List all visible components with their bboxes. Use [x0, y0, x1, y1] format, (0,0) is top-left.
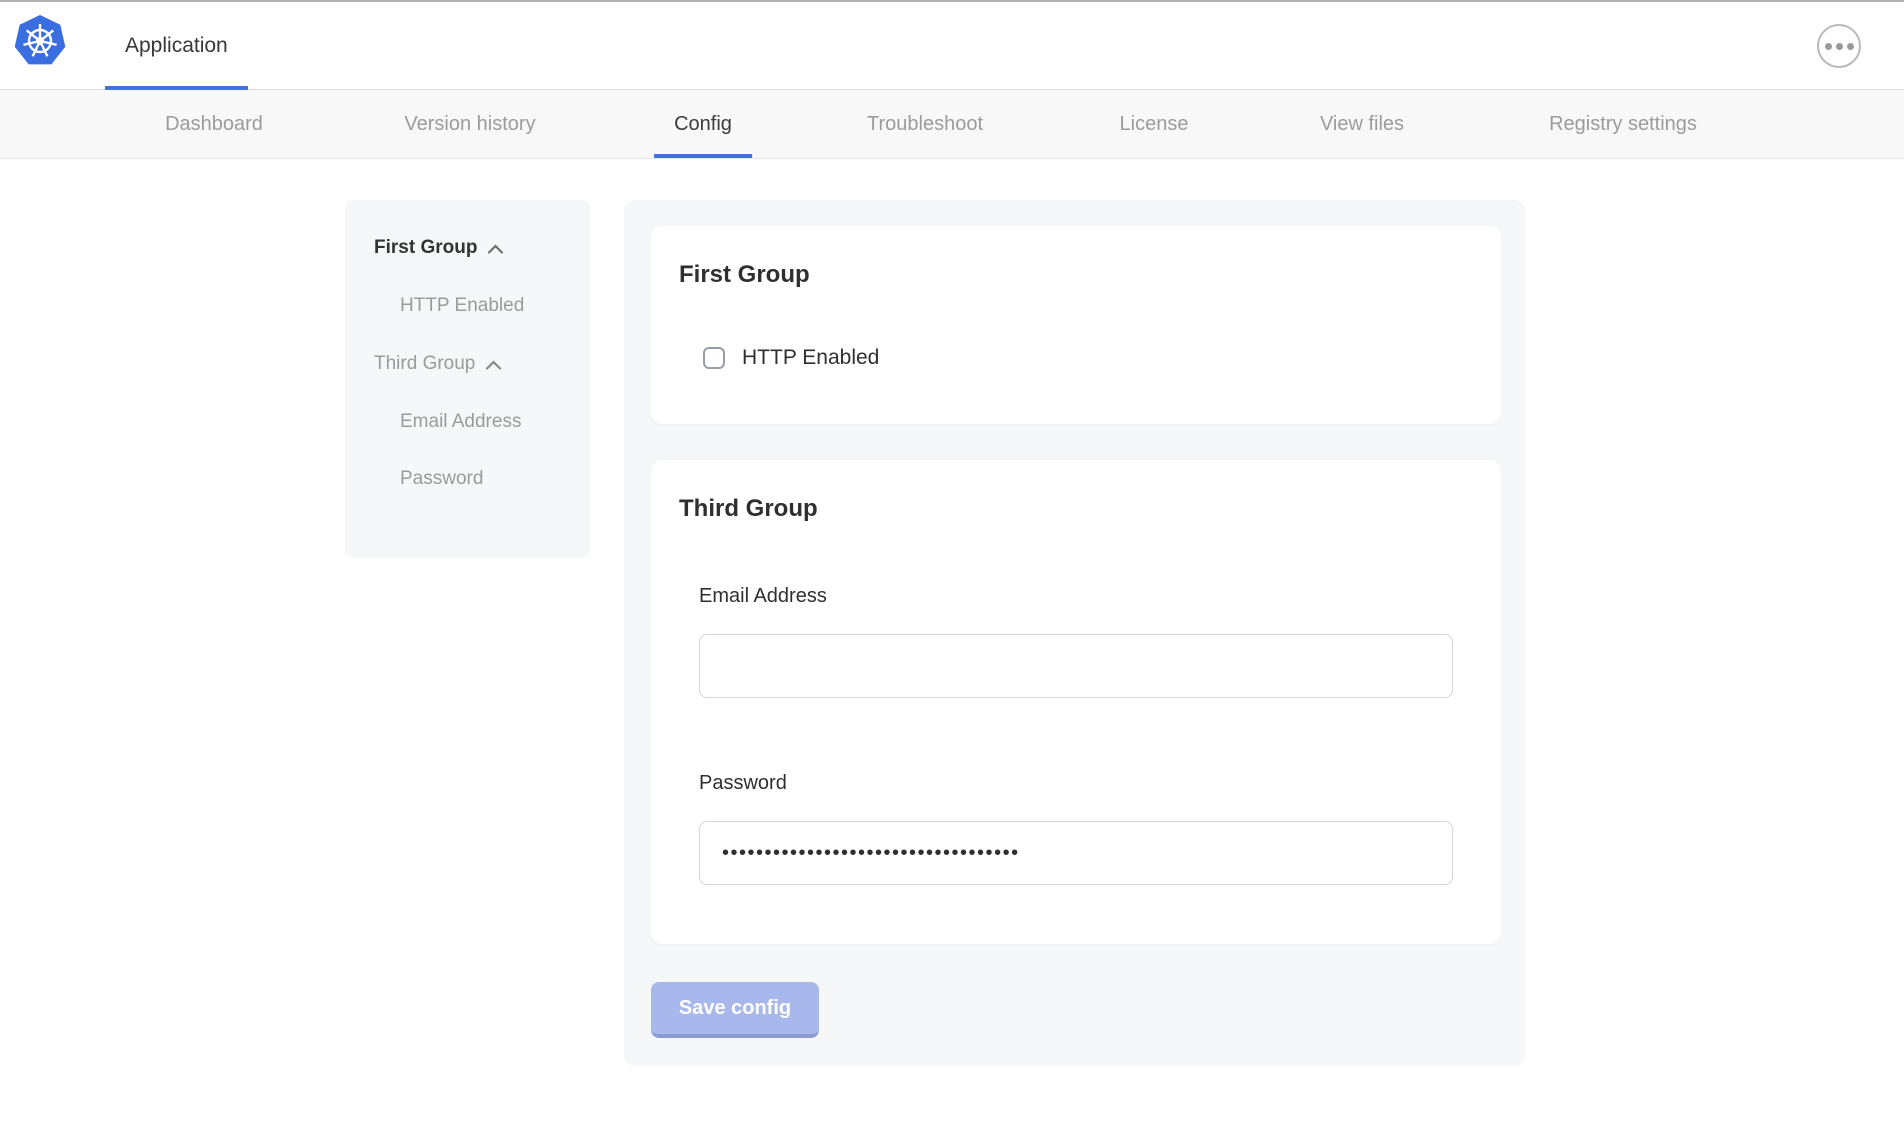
sidebar-group-first-group[interactable]: First Group: [374, 236, 590, 260]
subtab-label: Version history: [404, 113, 535, 136]
chevron-up-icon: [485, 354, 502, 376]
save-config-button[interactable]: Save config: [651, 982, 819, 1038]
chevron-up-icon: [487, 238, 504, 260]
subtab-label: Registry settings: [1549, 113, 1697, 136]
config-area: First Group HTTP Enabled Third Group Ema…: [624, 200, 1525, 1066]
tab-application[interactable]: Application: [105, 2, 248, 89]
email-address-label: Email Address: [699, 583, 1473, 609]
sidebar-group-label: Third Group: [374, 353, 475, 375]
group-title: First Group: [679, 260, 1473, 289]
subtab-config[interactable]: Config: [654, 90, 752, 158]
config-page: First Group HTTP Enabled Third Group Ema…: [0, 159, 1904, 1121]
sidebar-item-label: Email Address: [400, 411, 521, 433]
sidebar-group-third-group[interactable]: Third Group: [374, 352, 590, 376]
ellipsis-dot: [1836, 43, 1843, 50]
subtab-registry-settings[interactable]: Registry settings: [1529, 90, 1717, 158]
subtab-dashboard[interactable]: Dashboard: [145, 90, 283, 158]
sidebar-item-label: HTTP Enabled: [400, 295, 524, 317]
sidebar-group-label: First Group: [374, 237, 477, 259]
sidebar-item-email-address[interactable]: Email Address: [400, 411, 590, 433]
subtab-version-history[interactable]: Version history: [384, 90, 555, 158]
email-address-field: Email Address: [699, 583, 1473, 698]
email-address-input[interactable]: [699, 634, 1453, 698]
password-input[interactable]: [699, 821, 1453, 885]
sidebar-item-http-enabled[interactable]: HTTP Enabled: [400, 295, 590, 317]
subtab-license[interactable]: License: [1100, 90, 1209, 158]
ellipsis-dot: [1825, 43, 1832, 50]
subtab-label: Dashboard: [165, 113, 263, 136]
http-enabled-row: HTTP Enabled: [703, 346, 1473, 370]
kubernetes-logo-icon: [14, 15, 66, 67]
app-subnav: Dashboard Version history Config Trouble…: [0, 90, 1904, 159]
http-enabled-checkbox[interactable]: [703, 347, 725, 369]
password-label: Password: [699, 770, 1473, 796]
subtab-troubleshoot[interactable]: Troubleshoot: [847, 90, 1003, 158]
tab-application-label: Application: [125, 34, 228, 58]
config-group-card-first-group: First Group HTTP Enabled: [651, 226, 1501, 424]
config-nav-sidebar: First Group HTTP Enabled Third Group Ema…: [345, 200, 590, 558]
http-enabled-label: HTTP Enabled: [742, 346, 879, 370]
subtab-view-files[interactable]: View files: [1300, 90, 1424, 158]
password-field: Password: [699, 770, 1473, 885]
sidebar-item-password[interactable]: Password: [400, 468, 590, 490]
subtab-label: Troubleshoot: [867, 113, 983, 136]
ellipsis-dot: [1847, 43, 1854, 50]
subtab-label: Config: [674, 113, 732, 136]
subtab-label: License: [1120, 113, 1189, 136]
app-header: Application: [0, 2, 1904, 90]
sidebar-item-label: Password: [400, 468, 483, 490]
subtab-label: View files: [1320, 113, 1404, 136]
group-title: Third Group: [679, 494, 1473, 523]
config-group-card-third-group: Third Group Email Address Password: [651, 460, 1501, 944]
ellipsis-menu-button[interactable]: [1817, 24, 1861, 68]
